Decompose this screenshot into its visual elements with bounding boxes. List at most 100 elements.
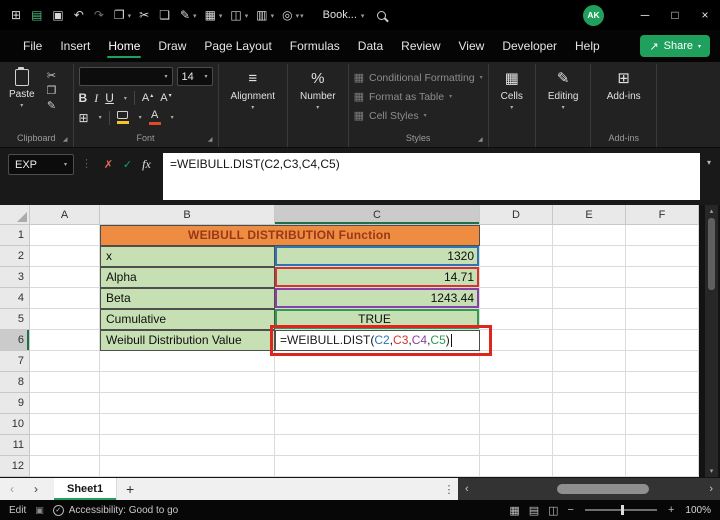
font-color-dropdown-icon[interactable]: ▾: [171, 114, 174, 121]
add-sheet-button[interactable]: +: [117, 478, 143, 500]
account-avatar[interactable]: AK: [583, 4, 604, 26]
zoom-slider-thumb[interactable]: [620, 505, 624, 515]
macro-record-icon[interactable]: ▣: [35, 505, 44, 516]
zoom-quick-dropdown-icon[interactable]: ▾: [296, 12, 300, 20]
cell-f3[interactable]: [626, 267, 699, 288]
app-launcher-icon[interactable]: ⊞: [11, 9, 21, 21]
tab-options-icon[interactable]: ⋮: [440, 478, 458, 500]
cell-a6[interactable]: [30, 330, 100, 351]
cell-f9[interactable]: [626, 393, 699, 414]
vertical-scrollbar[interactable]: ▴ ▾: [705, 205, 718, 477]
zoom-slider[interactable]: [584, 505, 657, 515]
menu-tab-insert[interactable]: Insert: [51, 30, 99, 62]
cell-a10[interactable]: [30, 414, 100, 435]
menu-tab-data[interactable]: Data: [349, 30, 392, 62]
workbook-title[interactable]: Book...: [323, 9, 357, 21]
paste-button[interactable]: Paste ▾: [5, 66, 39, 112]
chart-quick-icon[interactable]: ▥: [256, 9, 267, 21]
prev-sheet-icon[interactable]: ‹: [0, 478, 24, 500]
cell-d2[interactable]: [480, 246, 553, 267]
cell-b4[interactable]: Beta: [100, 288, 275, 309]
borders-icon[interactable]: ⊞: [79, 112, 89, 124]
increase-font-size-button[interactable]: A ▴: [142, 92, 153, 104]
cell-e5[interactable]: [553, 309, 626, 330]
close-button[interactable]: ×: [690, 0, 720, 30]
cell-e9[interactable]: [553, 393, 626, 414]
cell-c8[interactable]: [275, 372, 480, 393]
underline-dropdown-icon[interactable]: ▾: [124, 95, 127, 102]
row-header-1[interactable]: 1: [0, 225, 30, 246]
cell-e12[interactable]: [553, 456, 626, 477]
cell-b6[interactable]: Weibull Distribution Value: [100, 330, 275, 351]
cell-a3[interactable]: [30, 267, 100, 288]
row-header-8[interactable]: 8: [0, 372, 30, 393]
copy-quick-icon[interactable]: ❏: [159, 9, 170, 21]
cell-b8[interactable]: [100, 372, 275, 393]
cell-d3[interactable]: [480, 267, 553, 288]
menu-tab-page-layout[interactable]: Page Layout: [195, 30, 280, 62]
cut-quick-icon[interactable]: ✂: [139, 9, 149, 21]
scroll-right-icon[interactable]: ›: [705, 483, 717, 495]
cell-c9[interactable]: [275, 393, 480, 414]
next-sheet-icon[interactable]: ›: [24, 478, 48, 500]
zoom-in-button[interactable]: +: [668, 504, 674, 516]
paste-quick-dropdown-icon[interactable]: ▾: [128, 12, 132, 20]
cell-f8[interactable]: [626, 372, 699, 393]
normal-view-icon[interactable]: ▦: [509, 504, 519, 517]
cell-f4[interactable]: [626, 288, 699, 309]
alignment-button[interactable]: ≡ Alignment ▾: [224, 67, 282, 110]
cell-c6-formula[interactable]: =WEIBULL.DIST(C2, C3, C4, C5): [275, 330, 480, 351]
cell-f1[interactable]: [626, 225, 699, 246]
cell-f2[interactable]: [626, 246, 699, 267]
cell-f6[interactable]: [626, 330, 699, 351]
italic-button[interactable]: I: [94, 92, 98, 104]
cell-d10[interactable]: [480, 414, 553, 435]
row-header-12[interactable]: 12: [0, 456, 30, 477]
cell-e7[interactable]: [553, 351, 626, 372]
column-header-b[interactable]: B: [100, 205, 275, 225]
menu-tab-help[interactable]: Help: [566, 30, 609, 62]
cell-a4[interactable]: [30, 288, 100, 309]
cell-d12[interactable]: [480, 456, 553, 477]
cell-f12[interactable]: [626, 456, 699, 477]
undo-icon[interactable]: ↶: [74, 9, 84, 21]
menu-tab-draw[interactable]: Draw: [149, 30, 195, 62]
cell-c5[interactable]: TRUE: [275, 309, 480, 330]
underline-button[interactable]: U: [105, 92, 114, 104]
cell-d7[interactable]: [480, 351, 553, 372]
hscroll-thumb[interactable]: [556, 484, 649, 494]
cell-e2[interactable]: [553, 246, 626, 267]
hscroll-track[interactable]: [473, 478, 706, 500]
number-button[interactable]: % Number ▾: [293, 67, 343, 110]
font-name-select[interactable]: ▾: [78, 67, 173, 86]
borders-dropdown-icon[interactable]: ▾: [99, 114, 102, 121]
select-all-corner[interactable]: [0, 205, 30, 225]
row-header-9[interactable]: 9: [0, 393, 30, 414]
row-header-11[interactable]: 11: [0, 435, 30, 456]
cell-c3[interactable]: 14.71: [275, 267, 480, 288]
vscroll-thumb[interactable]: [708, 218, 715, 290]
cell-a5[interactable]: [30, 309, 100, 330]
cell-a1[interactable]: [30, 225, 100, 246]
format-painter-icon[interactable]: ✎: [47, 101, 56, 112]
cell-f5[interactable]: [626, 309, 699, 330]
toolbar-overflow-icon[interactable]: ▾: [300, 12, 304, 20]
cell-a2[interactable]: [30, 246, 100, 267]
cell-c7[interactable]: [275, 351, 480, 372]
addins-button[interactable]: ⊞ Add-ins: [596, 67, 651, 101]
copy-icon[interactable]: ❐: [47, 86, 57, 97]
column-header-f[interactable]: F: [626, 205, 699, 225]
row-header-5[interactable]: 5: [0, 309, 30, 330]
editing-button[interactable]: ✎ Editing ▾: [541, 67, 586, 110]
row-header-2[interactable]: 2: [0, 246, 30, 267]
cell-f11[interactable]: [626, 435, 699, 456]
cell-e8[interactable]: [553, 372, 626, 393]
styles-item-conditional-formatting[interactable]: ▦ Conditional Formatting ▾: [354, 68, 483, 87]
name-box[interactable]: EXP ▾: [8, 154, 74, 175]
insert-function-button[interactable]: fx: [137, 154, 156, 174]
table-quick-icon[interactable]: ▦: [205, 9, 216, 21]
format-painter-quick-icon[interactable]: ✎: [180, 9, 190, 21]
cell-d6[interactable]: [480, 330, 553, 351]
dialog-launcher-icon[interactable]: ◢: [63, 136, 68, 143]
maximize-button[interactable]: □: [660, 0, 690, 30]
